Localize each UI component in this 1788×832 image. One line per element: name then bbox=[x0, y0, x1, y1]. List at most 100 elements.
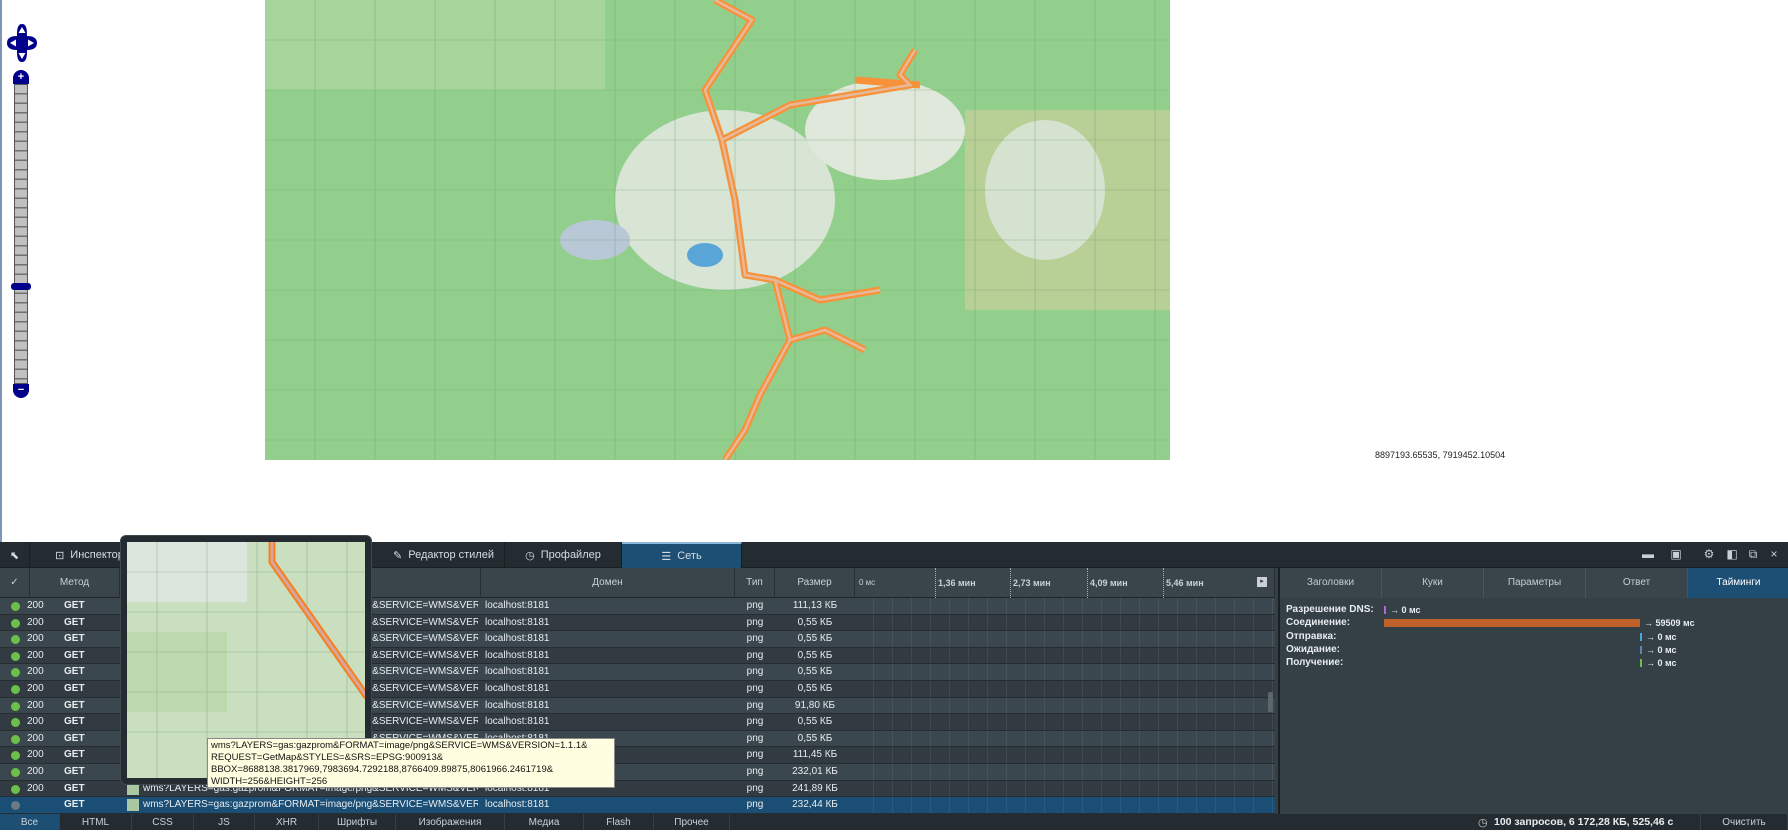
table-row[interactable]: GET wms?LAYERS=gas:gazprom&FORMAT=image/p… bbox=[0, 797, 1275, 814]
status-dot-icon bbox=[11, 801, 20, 811]
zoom-track[interactable] bbox=[14, 84, 28, 384]
timing-label: Соединение: bbox=[1286, 617, 1351, 629]
timeline-tick: 1,36 мин bbox=[935, 568, 976, 598]
file-url[interactable]: wms?LAYERS=gas:gazprom&FORMAT=image/png&… bbox=[143, 797, 478, 813]
size: 232,01 КБ bbox=[792, 766, 838, 777]
domain: localhost:8181 bbox=[485, 600, 550, 611]
filter-4[interactable]: XHR bbox=[255, 814, 319, 830]
status-code: 200 bbox=[27, 782, 44, 794]
domain: localhost:8181 bbox=[485, 649, 550, 661]
status-dot-icon bbox=[11, 701, 20, 711]
status-dot-icon bbox=[11, 685, 20, 694]
undock-icon[interactable]: ⧉ bbox=[1746, 548, 1760, 561]
filter-9[interactable]: Прочее bbox=[654, 814, 730, 830]
zoom-handle[interactable] bbox=[11, 283, 31, 290]
type: png bbox=[746, 649, 764, 661]
filter-2[interactable]: CSS bbox=[132, 814, 194, 830]
type: png bbox=[746, 749, 764, 761]
filter-8[interactable]: Flash bbox=[584, 814, 654, 830]
type: png bbox=[746, 766, 764, 777]
status-code: 200 bbox=[27, 683, 44, 694]
tab-headers[interactable]: Заголовки bbox=[1280, 568, 1382, 598]
domain: localhost:8181 bbox=[485, 799, 550, 811]
tooltip-line: wms?LAYERS=gas:gazprom&FORMAT=image/png&… bbox=[211, 740, 588, 751]
timeline-cell bbox=[855, 730, 1275, 747]
domain: localhost:8181 bbox=[485, 633, 550, 645]
zoom-in-button[interactable]: + bbox=[13, 70, 29, 84]
scrollbar[interactable] bbox=[1268, 692, 1273, 712]
size: 91,80 КБ bbox=[794, 699, 836, 711]
size: 232,44 КБ bbox=[792, 799, 838, 811]
col-timeline[interactable]: 0 мс 1,36 мин 2,73 мин 4,09 мин 5,46 мин… bbox=[855, 568, 1275, 598]
inspector-icon: ⊡ bbox=[55, 549, 65, 562]
tab-response[interactable]: Ответ bbox=[1586, 568, 1688, 598]
type: png bbox=[746, 799, 764, 811]
status-dot-icon bbox=[11, 602, 20, 611]
tab-cookies[interactable]: Куки bbox=[1382, 568, 1484, 598]
filter-6[interactable]: Изображения bbox=[396, 814, 505, 830]
timeline-expand-icon[interactable]: ▸ bbox=[1257, 577, 1267, 587]
dock-side-icon[interactable]: ◧ bbox=[1725, 548, 1739, 561]
status-dot-icon bbox=[11, 651, 20, 661]
method: GET bbox=[64, 616, 85, 628]
filter-7[interactable]: Медиа bbox=[505, 814, 584, 830]
timing-value: → 59509 мс bbox=[1644, 618, 1695, 629]
method: GET bbox=[64, 666, 85, 678]
domain: localhost:8181 bbox=[485, 683, 550, 694]
zoom-out-button[interactable]: − bbox=[13, 384, 29, 398]
page-border bbox=[0, 0, 2, 542]
filter-5[interactable]: Шрифты bbox=[319, 814, 396, 830]
stopwatch-icon: ◷ bbox=[1478, 817, 1488, 829]
timeline-cell bbox=[855, 697, 1275, 714]
col-domain[interactable]: Домен bbox=[480, 568, 735, 598]
filter-3[interactable]: JS bbox=[194, 814, 255, 830]
method: GET bbox=[64, 600, 85, 611]
domain: localhost:8181 bbox=[485, 666, 550, 678]
col-size[interactable]: Размер bbox=[775, 568, 855, 598]
request-details-panel: Заголовки Куки Параметры Ответ Тайминги … bbox=[1278, 568, 1788, 814]
pan-control[interactable] bbox=[5, 22, 39, 64]
network-summary: 100 запросов, 6 172,28 КБ, 525,46 с bbox=[1494, 816, 1674, 828]
console-icon[interactable]: ▬ bbox=[1641, 548, 1655, 561]
url-tooltip: wms?LAYERS=gas:gazprom&FORMAT=image/png&… bbox=[207, 738, 615, 788]
timeline-tick: 4,09 мин bbox=[1087, 568, 1128, 598]
size: 111,13 КБ bbox=[792, 600, 838, 611]
status-code: 200 bbox=[27, 732, 44, 744]
status-code: 200 bbox=[27, 616, 44, 628]
profiler-icon: ◷ bbox=[525, 549, 535, 562]
timeline-cell bbox=[855, 631, 1275, 647]
timing-bar bbox=[1384, 619, 1640, 628]
status-dot-icon bbox=[11, 734, 20, 744]
map-tiles[interactable] bbox=[265, 0, 1170, 460]
tab-params[interactable]: Параметры bbox=[1484, 568, 1586, 598]
responsive-icon[interactable]: ▣ bbox=[1669, 548, 1683, 561]
size: 0,55 КБ bbox=[797, 666, 833, 678]
filter-0[interactable]: Все bbox=[0, 814, 60, 830]
timing-bar bbox=[1640, 659, 1642, 668]
domain: localhost:8181 bbox=[485, 699, 550, 711]
close-icon[interactable]: × bbox=[1767, 548, 1781, 561]
pick-element-button[interactable]: ⬉ bbox=[0, 542, 30, 568]
tab-profiler[interactable]: ◷ Профайлер bbox=[505, 542, 622, 568]
col-type[interactable]: Тип bbox=[735, 568, 775, 598]
tab-style-editor[interactable]: ✎ Редактор стилей bbox=[383, 542, 505, 568]
method: GET bbox=[64, 732, 85, 744]
timeline-cell bbox=[855, 614, 1275, 631]
tooltip-line: BBOX=8688138.3817969,7983694.7292188,876… bbox=[211, 764, 554, 775]
timeline-tick: 2,73 мин bbox=[1010, 568, 1051, 598]
tab-network[interactable]: ☰ Сеть bbox=[622, 542, 742, 568]
type: png bbox=[746, 616, 764, 628]
timeline-cell bbox=[855, 714, 1275, 730]
zoom-slider[interactable]: + − bbox=[11, 70, 31, 398]
domain: localhost:8181 bbox=[485, 616, 550, 628]
timeline-cell bbox=[855, 797, 1275, 813]
col-method[interactable]: Метод bbox=[30, 568, 120, 598]
col-check[interactable]: ✓ bbox=[0, 568, 30, 598]
filter-1[interactable]: HTML bbox=[60, 814, 132, 830]
tab-timings[interactable]: Тайминги bbox=[1688, 568, 1788, 598]
status-code: 200 bbox=[27, 716, 44, 728]
gear-icon[interactable]: ⚙ bbox=[1702, 548, 1716, 561]
tooltip-line: REQUEST=GetMap&STYLES=&SRS=EPSG:900913& bbox=[211, 752, 444, 763]
clear-button[interactable]: Очистить bbox=[1700, 814, 1788, 830]
size: 0,55 КБ bbox=[797, 683, 833, 694]
